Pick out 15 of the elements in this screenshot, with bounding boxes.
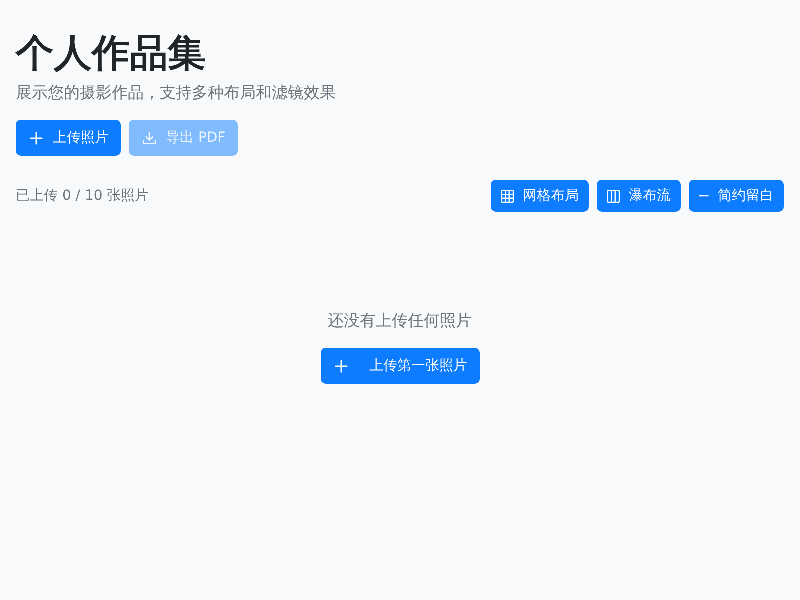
empty-message: 还没有上传任何照片 (328, 310, 472, 332)
minus-icon (699, 195, 709, 197)
columns-icon (607, 190, 620, 202)
layout-button[interactable]: 网格布局 (491, 180, 589, 212)
grid-icon (501, 190, 514, 202)
plus-icon (30, 132, 43, 144)
upload-first-button[interactable]: 上传第一张照片 (320, 348, 480, 384)
plus-icon (334, 360, 348, 372)
layout-button[interactable]: 简约留白 (689, 180, 784, 212)
download-icon (143, 132, 156, 144)
layout-button[interactable]: 瀑布流 (597, 180, 681, 212)
photo-count: 已上传 0 / 10 张照片 (16, 187, 150, 205)
page-subtitle: 展示您的摄影作品，支持多种布局和滤镜效果 (16, 82, 337, 104)
upload-button[interactable]: 上传照片 (16, 120, 121, 156)
page-title: 个人作品集 (16, 30, 207, 77)
